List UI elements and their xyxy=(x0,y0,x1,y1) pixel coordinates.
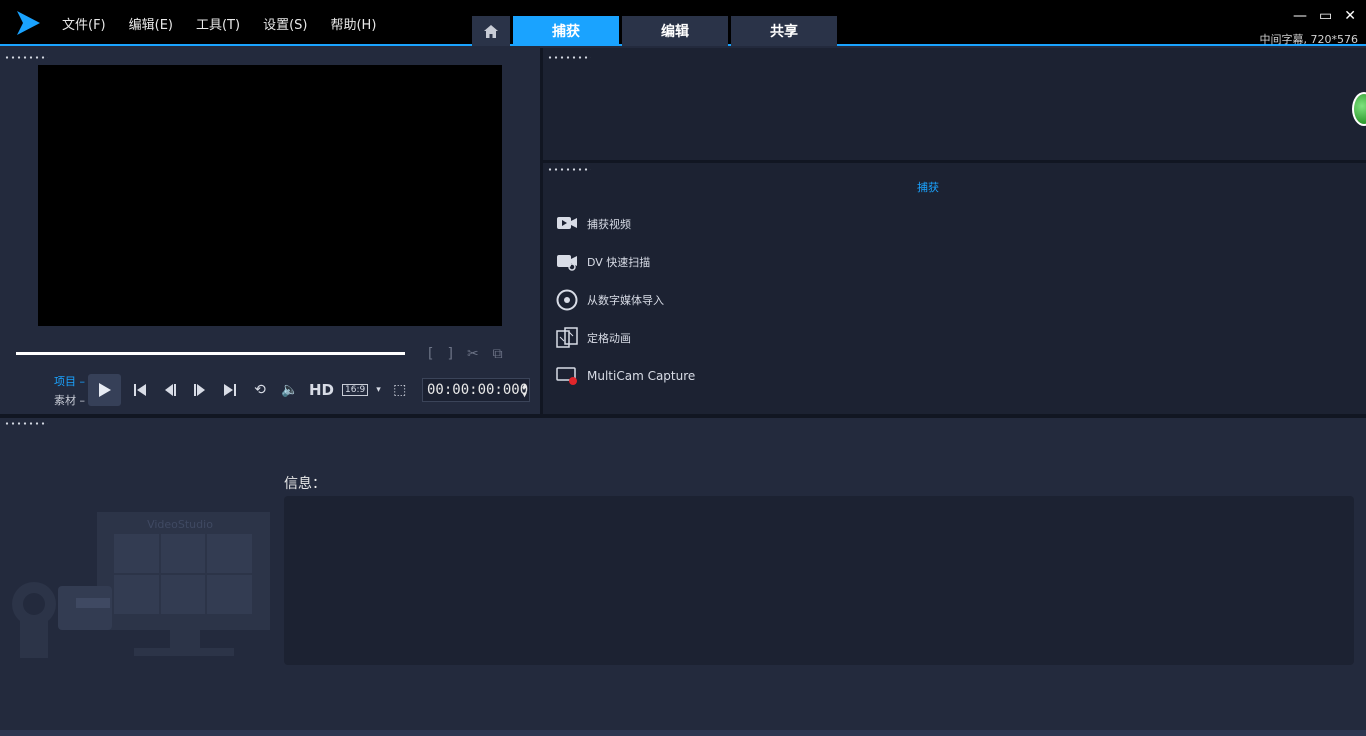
volume-button[interactable]: 🔈 xyxy=(279,379,301,401)
capture-options-panel: 捕获 捕获视频 DV 快速扫描 从数字媒体导入 定格动画 MultiCam Ca… xyxy=(543,163,1366,414)
menu-bar: 文件(F) 编辑(E) 工具(T) 设置(S) 帮助(H) xyxy=(62,14,376,33)
top-bar: 文件(F) 编辑(E) 工具(T) 设置(S) 帮助(H) 捕获 编辑 共享 —… xyxy=(0,0,1366,46)
import-digital-media-option[interactable]: 从数字媒体导入 xyxy=(555,281,695,319)
chevron-down-icon: ▾ xyxy=(376,385,381,395)
stop-motion-icon xyxy=(555,326,579,350)
multicam-icon xyxy=(555,364,579,388)
trim-tools: [ ] ✂ ⧉ xyxy=(428,346,503,362)
menu-settings[interactable]: 设置(S) xyxy=(263,14,307,33)
capture-video-icon xyxy=(555,212,579,236)
library-toggle-icon[interactable] xyxy=(1352,92,1366,126)
import-digital-media-icon xyxy=(555,288,579,312)
play-mode-switch: 项目 – 素材 – xyxy=(54,372,85,410)
skip-end-icon xyxy=(224,384,236,396)
mode-project[interactable]: 项目 – xyxy=(54,372,85,391)
project-info: 中间字幕, 720*576 xyxy=(1259,33,1358,46)
close-button[interactable]: ✕ xyxy=(1344,8,1356,24)
stop-motion-option[interactable]: 定格动画 xyxy=(555,319,695,357)
crop-pointer-icon: ⬚ xyxy=(393,382,407,398)
crop-tool-button[interactable]: ⬚ xyxy=(389,379,411,401)
preview-screen xyxy=(38,65,502,326)
skip-start-icon xyxy=(134,384,146,396)
volume-icon: 🔈 xyxy=(281,382,299,398)
multicam-capture-label: MultiCam Capture xyxy=(587,369,696,383)
tab-home[interactable] xyxy=(472,16,510,46)
capture-video-label: 捕获视频 xyxy=(587,218,631,231)
videostudio-watermark-icon: VideoStudio xyxy=(12,512,270,658)
next-frame-button[interactable] xyxy=(189,379,211,401)
enlarge-preview-icon[interactable]: ⧉ xyxy=(493,346,503,362)
timecode-field[interactable]: 00:00:00:000 ▲ ▼ xyxy=(422,378,530,402)
mark-out-icon[interactable]: ] xyxy=(447,346,452,362)
panel-grip[interactable] xyxy=(547,56,591,59)
tab-edit[interactable]: 编辑 xyxy=(622,16,728,46)
info-box xyxy=(284,496,1354,665)
stop-motion-label: 定格动画 xyxy=(587,332,631,345)
window-controls: — ▭ ✕ xyxy=(1293,8,1356,24)
panel-grip[interactable] xyxy=(547,168,591,171)
dv-scan-icon xyxy=(555,250,579,274)
import-digital-media-label: 从数字媒体导入 xyxy=(587,294,664,307)
watermark-text: VideoStudio xyxy=(147,518,213,531)
end-button[interactable] xyxy=(219,379,241,401)
scrubber-bar[interactable] xyxy=(16,352,405,355)
timecode-spinner[interactable]: ▲ ▼ xyxy=(522,381,527,399)
play-button[interactable] xyxy=(88,374,121,406)
panel-grip[interactable] xyxy=(4,422,48,425)
capture-video-option[interactable]: 捕获视频 xyxy=(555,205,695,243)
home-icon xyxy=(484,24,498,38)
menu-tools[interactable]: 工具(T) xyxy=(196,14,240,33)
mode-clip[interactable]: 素材 – xyxy=(54,391,85,410)
panel-grip[interactable] xyxy=(4,56,48,59)
capture-panel-title: 捕获 xyxy=(917,181,939,194)
menu-edit[interactable]: 编辑(E) xyxy=(129,14,173,33)
mark-in-icon[interactable]: [ xyxy=(428,346,433,362)
prev-frame-button[interactable] xyxy=(159,379,181,401)
play-icon xyxy=(98,383,111,397)
prev-frame-icon xyxy=(165,384,176,396)
player-panel: [ ] ✂ ⧉ 项目 – 素材 – ⟲ 🔈 HD 16:9 ▾ ⬚ 00:00:… xyxy=(0,48,540,414)
workspace-tabs: 捕获 编辑 共享 xyxy=(472,16,837,46)
multicam-capture-option[interactable]: MultiCam Capture xyxy=(555,357,695,395)
restore-button[interactable]: ▭ xyxy=(1319,8,1332,24)
repeat-icon: ⟲ xyxy=(254,382,266,398)
repeat-button[interactable]: ⟲ xyxy=(249,379,271,401)
os-taskbar xyxy=(0,730,1366,736)
videostudio-window: 文件(F) 编辑(E) 工具(T) 设置(S) 帮助(H) 捕获 编辑 共享 —… xyxy=(0,0,1366,736)
library-panel xyxy=(543,48,1366,160)
split-clip-icon[interactable]: ✂ xyxy=(467,346,479,362)
dv-scan-label: DV 快速扫描 xyxy=(587,256,651,269)
tab-capture[interactable]: 捕获 xyxy=(513,16,619,46)
app-logo-icon xyxy=(17,11,40,35)
tab-share[interactable]: 共享 xyxy=(731,16,837,46)
hd-preview-toggle[interactable]: HD xyxy=(309,381,334,399)
minimize-button[interactable]: — xyxy=(1293,8,1307,24)
next-frame-icon xyxy=(194,384,205,396)
playback-controls: ⟲ 🔈 HD 16:9 ▾ ⬚ xyxy=(88,374,411,406)
menu-file[interactable]: 文件(F) xyxy=(62,14,106,33)
menu-help[interactable]: 帮助(H) xyxy=(330,14,376,33)
capture-options-list: 捕获视频 DV 快速扫描 从数字媒体导入 定格动画 MultiCam Captu… xyxy=(555,205,695,395)
info-label: 信息： xyxy=(284,476,326,492)
dv-scan-option[interactable]: DV 快速扫描 xyxy=(555,243,695,281)
aspect-ratio-dropdown[interactable]: 16:9 xyxy=(342,384,369,396)
info-panel: VideoStudio 信息： xyxy=(0,418,1366,730)
home-start-button[interactable] xyxy=(129,379,151,401)
timecode-value: 00:00:00:000 xyxy=(427,382,529,398)
